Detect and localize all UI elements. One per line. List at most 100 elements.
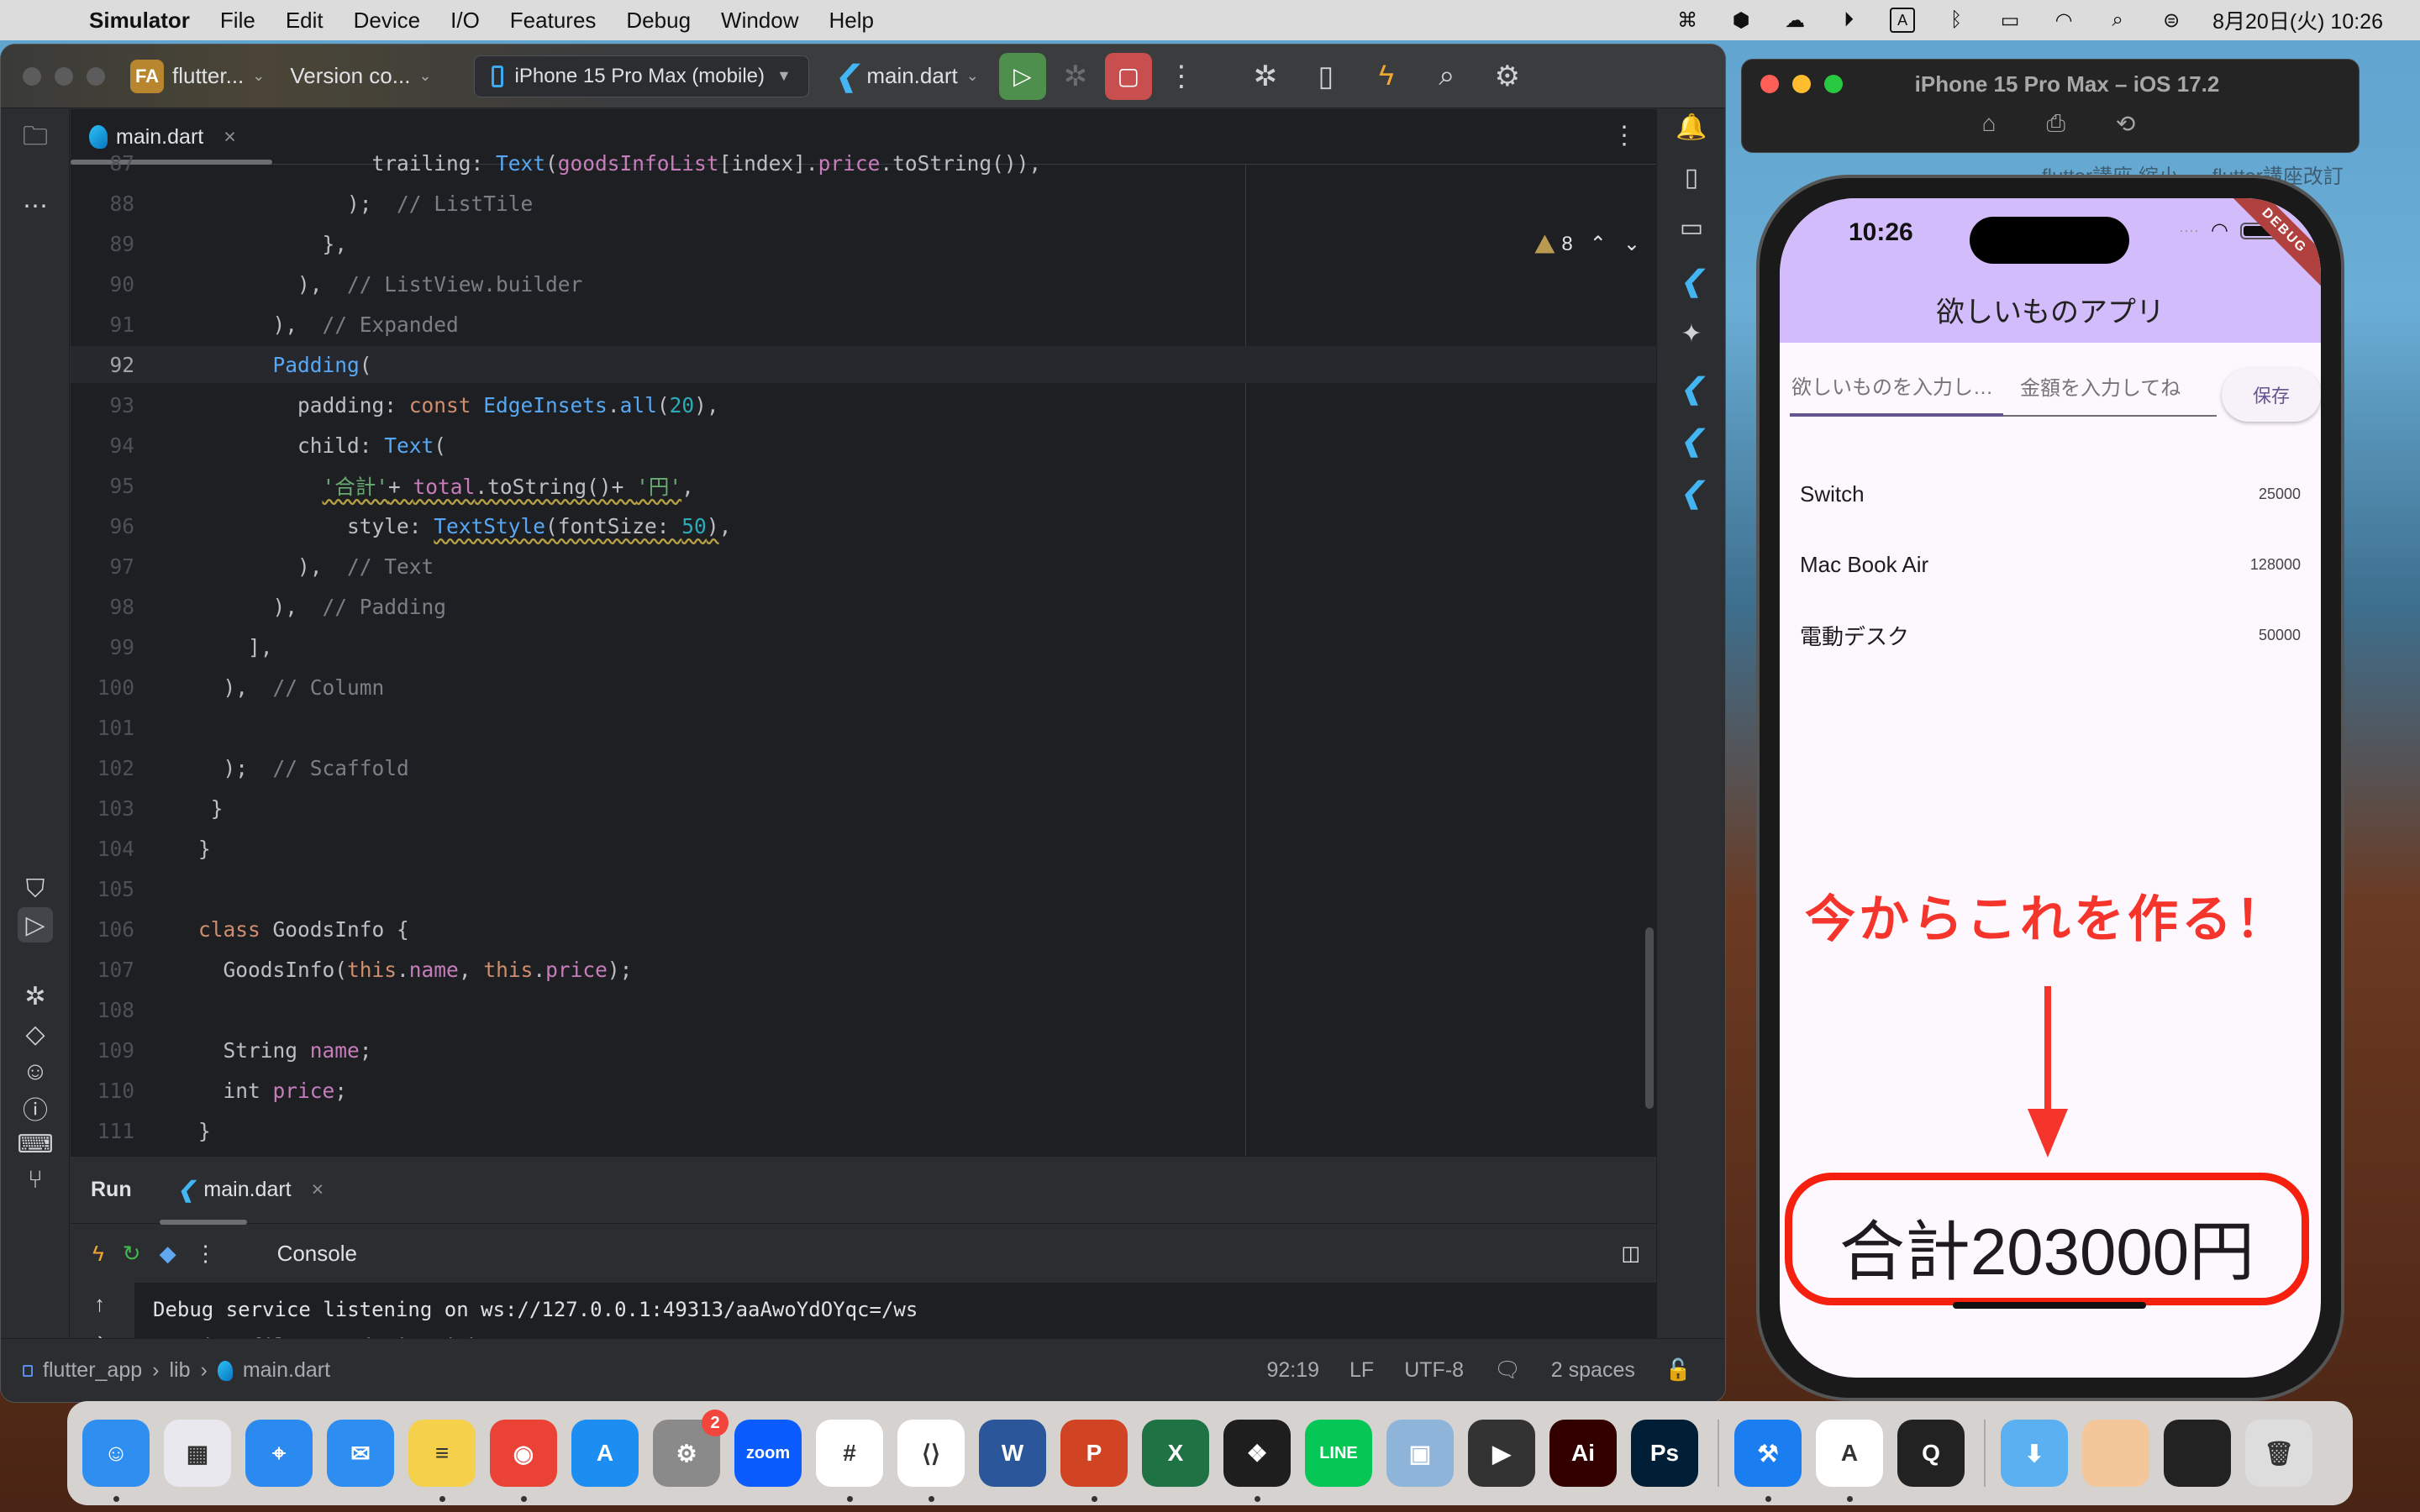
device-selector[interactable]: iPhone 15 Pro Max (mobile) ▼	[473, 55, 809, 97]
code-line[interactable]: 96 style: TextStyle(fontSize: 50),	[71, 507, 1657, 544]
dock-app-photoshop[interactable]: Ps	[1631, 1420, 1698, 1487]
project-selector[interactable]: FA flutter... ⌄	[130, 59, 265, 93]
dock-app-trash[interactable]: 🗑	[2245, 1420, 2312, 1487]
code-line[interactable]: 108	[71, 991, 1657, 1028]
menubar-clock[interactable]: 8月20日(火) 10:26	[2212, 5, 2383, 35]
line-number[interactable]: 101	[71, 716, 134, 740]
line-number[interactable]: 97	[71, 554, 134, 579]
flutter-outline-icon[interactable]: ❮	[1674, 371, 1709, 407]
code-line[interactable]: 106 class GoodsInfo {	[71, 911, 1657, 948]
control-center-icon[interactable]: ⊜	[2159, 8, 2184, 33]
notifications-bell-icon[interactable]: 🔔	[1674, 109, 1709, 144]
battery-icon[interactable]: ▭	[1997, 8, 2023, 33]
more-tools-icon[interactable]: ⋯	[18, 188, 53, 223]
code-line[interactable]: 98 ), // Padding	[71, 588, 1657, 625]
caret-position[interactable]: 92:19	[1266, 1358, 1319, 1383]
line-number[interactable]: 108	[71, 998, 134, 1022]
menu-io[interactable]: I/O	[450, 8, 480, 34]
line-number[interactable]: 90	[71, 272, 134, 297]
dock-app-system-settings[interactable]: ⚙ 2	[653, 1410, 729, 1487]
device-manager-icon[interactable]: ▯	[1674, 160, 1709, 195]
figma-status-icon[interactable]: ⌘	[1675, 8, 1700, 33]
code-editor[interactable]: 87 trailing: Text(goodsInfoList[index].p…	[71, 151, 1657, 1156]
creative-cloud-icon[interactable]: ☁	[1782, 8, 1807, 33]
dock-app-app-store[interactable]: A	[571, 1420, 639, 1487]
debug-tool-icon[interactable]: ✲	[18, 979, 53, 1014]
settings-gear-icon[interactable]: ⚙	[1486, 60, 1528, 93]
spotlight-search-icon[interactable]: ⌕	[2105, 8, 2130, 33]
wifi-icon[interactable]: ◠	[2051, 8, 2076, 33]
menu-file[interactable]: File	[220, 8, 255, 34]
more-actions-icon[interactable]: ⋮	[1160, 60, 1202, 93]
code-line[interactable]: 103 }	[71, 790, 1657, 827]
code-line[interactable]: 90 ), // ListView.builder	[71, 265, 1657, 302]
save-button[interactable]: 保存	[2222, 368, 2321, 422]
dock-app-vs-code[interactable]: ⟨⟩	[897, 1420, 965, 1502]
flutter-deeplinks-icon[interactable]: ❮	[1674, 475, 1709, 511]
dock-app-launchpad[interactable]: ▦	[164, 1420, 231, 1487]
dock-app-mail[interactable]: ✉	[327, 1420, 394, 1487]
line-number[interactable]: 94	[71, 433, 134, 458]
line-number[interactable]: 93	[71, 393, 134, 417]
editor-scrollbar[interactable]	[1645, 927, 1654, 1109]
run-tool-icon[interactable]: ▷	[18, 907, 53, 942]
inspections-icon[interactable]: 🗨	[1494, 1358, 1521, 1383]
menu-device[interactable]: Device	[354, 8, 420, 34]
code-line[interactable]: 91 ), // Expanded	[71, 306, 1657, 343]
line-number[interactable]: 104	[71, 837, 134, 861]
line-number[interactable]: 95	[71, 474, 134, 498]
line-number[interactable]: 110	[71, 1079, 134, 1103]
debug-icon[interactable]: ✲	[1055, 60, 1097, 93]
code-line[interactable]: 111}	[71, 1112, 1657, 1149]
stop-button[interactable]: ▢	[1104, 52, 1152, 100]
readonly-lock-icon[interactable]: 🔓	[1665, 1358, 1691, 1383]
line-number[interactable]: 88	[71, 192, 134, 216]
menu-help[interactable]: Help	[829, 8, 874, 34]
line-number[interactable]: 87	[71, 151, 134, 176]
menu-app-name[interactable]: Simulator	[89, 8, 190, 34]
code-line[interactable]: 94 child: Text(	[71, 427, 1657, 464]
vcs-selector[interactable]: Version co... ⌄	[290, 63, 431, 89]
code-line[interactable]: 107 GoodsInfo(this.name, this.price);	[71, 951, 1657, 988]
dock-app-zoom[interactable]: zoom	[734, 1420, 802, 1487]
dock-app-excel[interactable]: X	[1142, 1420, 1209, 1487]
more-options-icon[interactable]: ⋮	[195, 1241, 217, 1267]
dock-app-line[interactable]: LINE	[1305, 1420, 1372, 1487]
window-minimize-button[interactable]	[55, 66, 73, 86]
line-number[interactable]: 99	[71, 635, 134, 659]
hot-reload-icon[interactable]: ϟ	[92, 1241, 104, 1267]
dock-app-recent-code[interactable]	[2164, 1420, 2231, 1487]
dock-app-downloads[interactable]: ⬇	[2001, 1420, 2068, 1487]
code-line[interactable]: 104}	[71, 830, 1657, 867]
menu-debug[interactable]: Debug	[626, 8, 691, 34]
gem-icon[interactable]: ◇	[18, 1016, 53, 1052]
hot-restart-icon[interactable]: ↻	[123, 1241, 141, 1267]
line-number[interactable]: 105	[71, 877, 134, 901]
line-number[interactable]: 89	[71, 232, 134, 256]
device-mirror-icon[interactable]: ▯	[1305, 60, 1347, 93]
code-line[interactable]: 97 ), // Text	[71, 548, 1657, 585]
breadcrumb-item[interactable]: flutter_app	[43, 1358, 142, 1383]
list-item[interactable]: 電動デスク 50000	[1800, 600, 2301, 670]
line-number[interactable]: 100	[71, 675, 134, 700]
previous-highlight-icon[interactable]: ⌃	[1590, 232, 1607, 256]
bluetooth-icon[interactable]: ᛒ	[1944, 8, 1969, 33]
line-number[interactable]: 103	[71, 796, 134, 821]
line-number[interactable]: 91	[71, 312, 134, 337]
code-line[interactable]: 100 ), // Column	[71, 669, 1657, 706]
code-line[interactable]: 99 ],	[71, 628, 1657, 665]
next-highlight-icon[interactable]: ⌄	[1623, 232, 1640, 256]
code-line[interactable]: 109 String name;	[71, 1032, 1657, 1068]
code-line[interactable]: 101	[71, 709, 1657, 746]
problems-icon[interactable]: ⓘ	[18, 1090, 53, 1126]
dock-app-quicktime-player[interactable]: Q	[1897, 1420, 1965, 1487]
search-icon[interactable]: ⌕	[1426, 60, 1468, 92]
run-button[interactable]: ▷	[998, 52, 1046, 100]
line-number[interactable]: 98	[71, 595, 134, 619]
code-line[interactable]: 110 int price;	[71, 1072, 1657, 1109]
terminal-icon[interactable]: ⌨	[17, 1126, 53, 1162]
run-tab-main-dart[interactable]: ❮ main.dart ×	[177, 1177, 324, 1203]
menu-features[interactable]: Features	[510, 8, 597, 34]
list-item[interactable]: Mac Book Air 128000	[1800, 529, 2301, 600]
apple-menu-icon[interactable]	[34, 8, 59, 33]
